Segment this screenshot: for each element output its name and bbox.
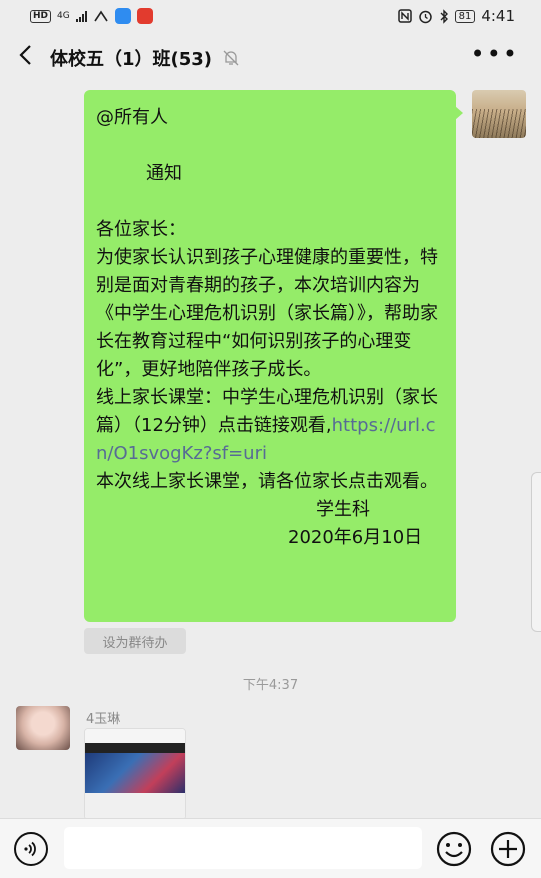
image-message[interactable] (84, 728, 186, 818)
sender-name: 4玉琳 (86, 712, 121, 727)
status-left: HD 4G (30, 8, 153, 24)
battery-icon: 81 (454, 9, 476, 23)
sender-avatar[interactable] (16, 706, 70, 750)
plus-icon[interactable] (490, 831, 526, 867)
image-picture (85, 753, 185, 793)
app-notify-icon-red (136, 8, 153, 24)
bluetooth-icon (440, 8, 448, 24)
my-avatar[interactable] (472, 90, 526, 138)
alarm-icon (418, 10, 432, 23)
date-text: 2020年6月10日 (288, 527, 423, 548)
image-top (85, 729, 185, 743)
chat-title: 体校五（1）班(53) (50, 49, 213, 70)
signature: 学生科 (316, 499, 370, 520)
course-text: 线上家长课堂：中学生心理危机识别（家长篇）（12分钟）点击链接观看,https:… (96, 384, 444, 468)
notice-heading: 通知 (146, 163, 182, 184)
greeting-text: 各位家长： (96, 219, 186, 240)
message-timestamp: 下午4:37 (242, 678, 299, 693)
mute-bell-icon (222, 49, 240, 67)
back-arrow-icon[interactable] (0, 44, 50, 72)
set-group-todo-button[interactable]: 设为群待办 (84, 628, 186, 654)
body-text: 为使家长认识到孩子心理健康的重要性，特别是面对青春期的孩子，本次培训内容为《中学… (96, 247, 438, 380)
network-label: 4G (57, 11, 70, 21)
mention-text: @所有人 (96, 107, 168, 128)
wifi-call-icon (94, 10, 108, 22)
input-bar (0, 818, 541, 878)
nfc-icon (397, 9, 412, 23)
image-bar (85, 743, 185, 753)
image-bottom (85, 793, 185, 818)
avatar-grass (472, 109, 526, 138)
closing-text: 本次线上家长课堂，请各位家长点击观看。 (96, 471, 438, 492)
chat-header: 体校五（1）班(53) ••• (0, 32, 541, 84)
chat-area[interactable]: @所有人 通知 各位家长： 为使家长认识到孩子心理健康的重要性，特别是面对青春期… (0, 84, 541, 818)
bubble-tail (455, 106, 463, 120)
clock: 4:41 (481, 7, 515, 25)
message-bubble[interactable]: @所有人 通知 各位家长： 为使家长认识到孩子心理健康的重要性，特别是面对青春期… (84, 90, 463, 622)
hd-badge: HD (30, 9, 52, 23)
status-right: 81 4:41 (397, 7, 515, 25)
scroll-handle[interactable] (531, 472, 541, 632)
voice-icon[interactable] (14, 832, 48, 866)
app-notify-icon (114, 8, 131, 24)
message-input[interactable] (64, 827, 422, 869)
status-bar: HD 4G 81 4:41 (0, 0, 541, 32)
signal-icon (75, 10, 87, 22)
emoji-icon[interactable] (436, 831, 472, 867)
more-icon[interactable]: ••• (471, 42, 519, 66)
